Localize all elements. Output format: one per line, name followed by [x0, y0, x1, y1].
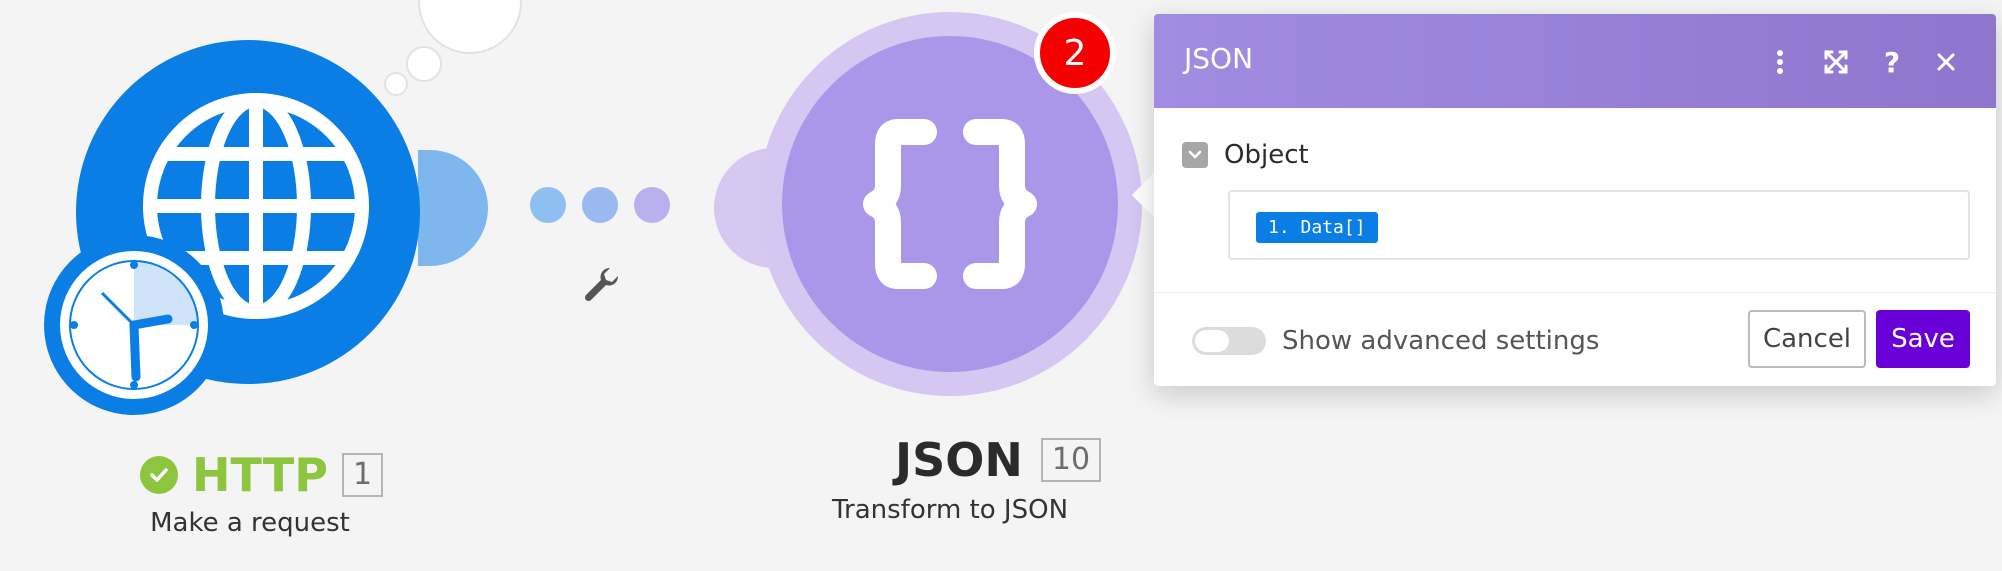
connector-dot-1[interactable] [530, 187, 566, 223]
object-field-label: Object [1224, 140, 1309, 170]
check-circle-icon [140, 456, 178, 494]
http-module-label: HTTP 1 [140, 445, 384, 505]
field-collapse-toggle[interactable] [1182, 142, 1208, 168]
json-settings-panel: JSON ? Object 1. Data[] Show advanced se… [1154, 14, 1996, 386]
expand-icon[interactable] [1820, 46, 1852, 78]
advanced-settings-toggle[interactable] [1192, 327, 1266, 355]
json-operations-badge: 2 [1034, 12, 1116, 94]
json-module-id: 10 [1040, 438, 1102, 482]
http-module-id: 1 [342, 453, 384, 497]
connector-dot-2[interactable] [582, 187, 618, 223]
cancel-button[interactable]: Cancel [1748, 310, 1866, 368]
http-module-subtitle: Make a request [150, 508, 350, 538]
chevron-down-icon [1188, 150, 1202, 159]
mapped-value-pill[interactable]: 1. Data[] [1256, 212, 1378, 243]
json-module-title: JSON [895, 433, 1023, 487]
help-icon[interactable]: ? [1876, 46, 1908, 79]
http-module-output-handle[interactable] [418, 150, 488, 266]
object-field-row: Object [1182, 140, 1309, 170]
wrench-icon[interactable] [580, 262, 624, 306]
http-module-title: HTTP [192, 448, 329, 502]
thought-bubble-large [418, 0, 522, 54]
save-button[interactable]: Save [1876, 310, 1970, 368]
clock-schedule-icon[interactable] [44, 235, 224, 415]
advanced-settings-label[interactable]: Show advanced settings [1282, 326, 1599, 356]
json-module-subtitle: Transform to JSON [831, 495, 1069, 525]
more-vertical-icon[interactable] [1764, 46, 1796, 78]
close-icon[interactable] [1930, 46, 1962, 78]
panel-header: JSON ? [1154, 14, 1996, 108]
panel-title: JSON [1184, 42, 1254, 75]
json-module-label: JSON 10 [895, 427, 1102, 493]
toggle-knob [1195, 330, 1229, 352]
connector-dot-3[interactable] [634, 187, 670, 223]
object-input[interactable]: 1. Data[] [1228, 190, 1970, 260]
panel-divider [1154, 292, 1996, 293]
